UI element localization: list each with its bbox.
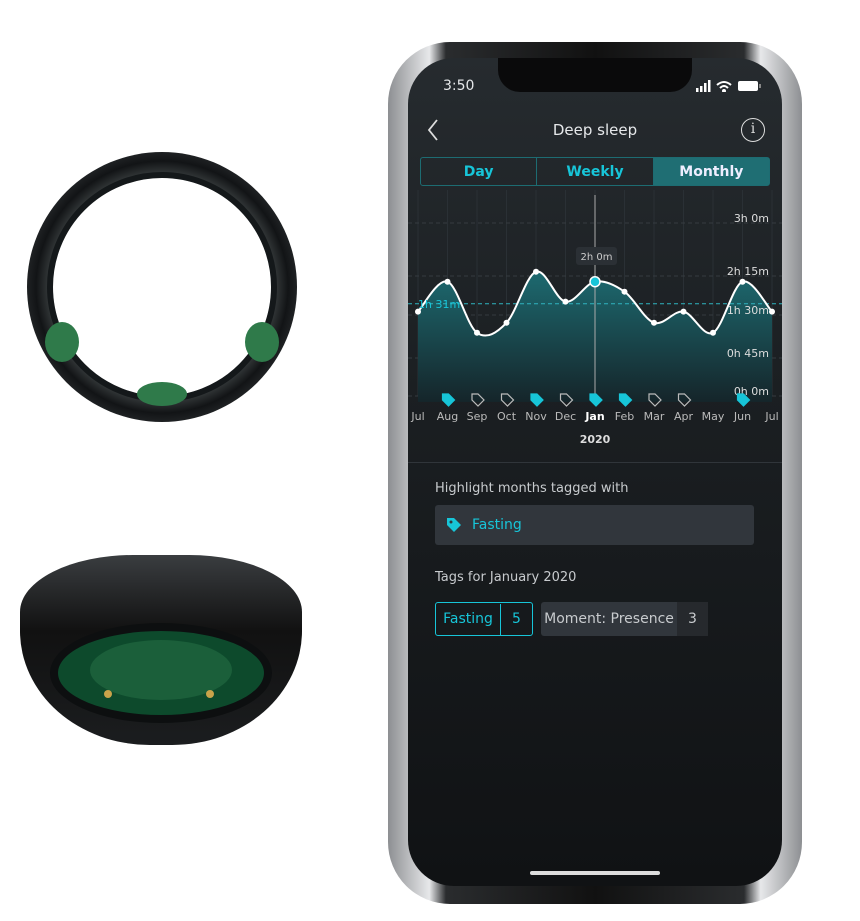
x-tick-label: Nov [525,410,547,423]
ring-inner-edge [47,172,277,402]
data-point-may[interactable] [710,329,716,336]
tag-chip-count: 3 [677,602,708,636]
ring-contact [104,690,112,698]
data-point-aug[interactable] [444,278,451,285]
page-title: Deep sleep [552,121,638,139]
tag-chip-name: Fasting [436,603,501,635]
x-year-label: 2020 [580,433,611,446]
tag-chip-name: Moment: Presence [544,611,674,627]
tag-chip-fasting[interactable]: Fasting 5 [435,602,533,636]
data-point-oct[interactable] [503,319,510,326]
signal-icon [696,80,711,92]
data-point-sep[interactable] [474,329,480,336]
ring-sensor [137,382,187,406]
info-button[interactable]: i [741,118,765,142]
ring-contact [206,690,214,698]
x-tick-label: Jun [733,410,751,423]
data-point-feb[interactable] [621,288,628,295]
x-tick-label: Jul [764,410,778,423]
x-tick-label: Sep [467,410,488,423]
status-time: 3:50 [443,78,475,94]
back-button[interactable] [426,118,440,142]
ring-side-view [20,555,302,745]
ring-top-view [27,152,297,422]
data-point-mar[interactable] [651,319,657,326]
x-tick-label: Mar [644,410,665,423]
ring-sensor [45,322,79,362]
data-point-nov[interactable] [533,268,539,275]
data-point-dec[interactable] [562,298,569,305]
y-tick-label: 0h 45m [727,347,769,360]
highlight-tag-select[interactable]: Fasting [435,505,754,545]
tab-day[interactable]: Day [421,158,538,185]
tab-weekly[interactable]: Weekly [537,158,654,185]
data-point-jul[interactable] [769,308,775,315]
tag-icon [447,518,461,532]
tag-chip-count: 5 [512,611,521,627]
wifi-icon [716,81,732,92]
battery-icon [738,81,761,91]
period-tabs: Day Weekly Monthly [420,157,770,186]
x-tick-label: Jul [410,410,424,423]
data-point-jan[interactable] [589,275,601,288]
divider [408,462,782,463]
deep-sleep-chart[interactable]: 2h 0m 1h 31m 3h 0m2h 15m1h 30m0h 45m0h 0… [408,190,782,455]
x-tick-label: Dec [555,410,576,423]
status-icons [696,80,761,92]
average-label: 1h 31m [418,298,460,311]
tag-chip-moment-presence[interactable]: Moment: Presence 3 [541,602,708,636]
data-point-jun[interactable] [739,278,746,285]
y-tick-label: 1h 30m [727,304,769,317]
phone-notch [498,58,692,92]
tab-monthly[interactable]: Monthly [653,158,769,185]
x-tick-label: Oct [497,410,517,423]
x-tick-label: Jan [584,410,604,423]
tooltip-value: 2h 0m [581,252,613,263]
x-tick-label: May [702,410,725,423]
highlight-tag-value: Fasting [472,517,522,533]
info-icon: i [750,121,756,137]
y-tick-label: 2h 15m [727,265,769,278]
tags-for-month-label: Tags for January 2020 [435,570,577,585]
y-tick-label: 3h 0m [734,212,769,225]
x-tick-label: Aug [437,410,458,423]
data-point-apr[interactable] [680,308,687,315]
home-indicator [530,871,660,875]
ring-sensor [245,322,279,362]
highlight-label: Highlight months tagged with [435,481,629,496]
x-tick-label: Feb [615,410,634,423]
x-tick-label: Apr [674,410,694,423]
